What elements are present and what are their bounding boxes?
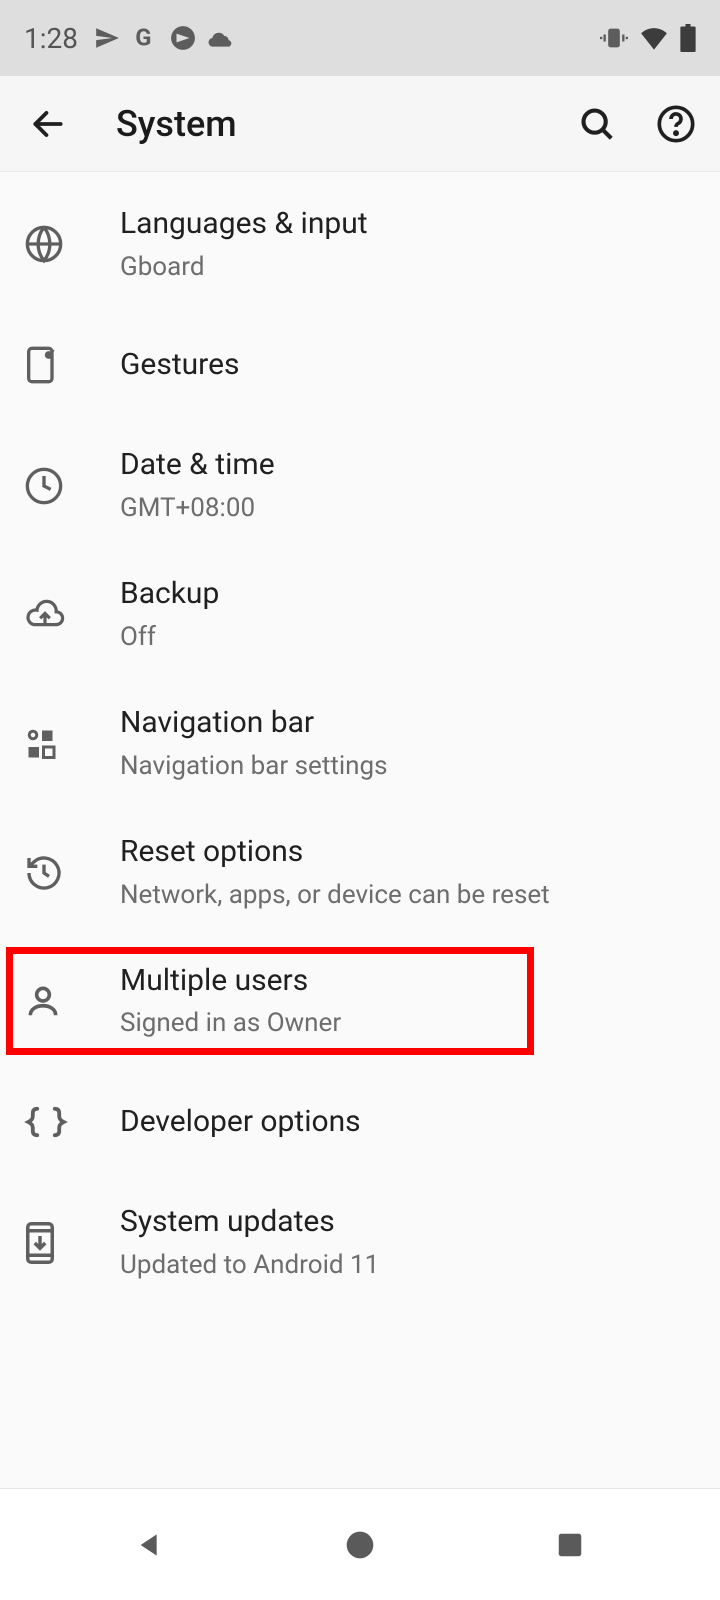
item-subtitle: Off (120, 619, 696, 655)
grid-icon (24, 726, 92, 762)
item-title: Languages & input (120, 204, 696, 245)
gestures-icon (24, 345, 92, 385)
status-system-icons (600, 24, 696, 52)
item-title: Multiple users (120, 961, 696, 1002)
cloud-icon (208, 28, 234, 48)
list-item-developer-options[interactable]: Developer options (0, 1066, 720, 1179)
item-title: Reset options (120, 832, 696, 873)
item-title: Developer options (120, 1102, 696, 1143)
status-notification-icons: G (94, 25, 234, 51)
status-bar: 1:28 G (0, 0, 720, 76)
app-bar: System (0, 76, 720, 172)
help-button[interactable] (656, 104, 696, 144)
item-subtitle: Signed in as Owner (120, 1005, 696, 1041)
globe-icon (24, 224, 92, 264)
circle-home-icon (344, 1529, 376, 1561)
list-item-multiple-users[interactable]: Multiple users Signed in as Owner (0, 937, 720, 1066)
system-nav-bar (0, 1488, 720, 1600)
battery-icon (680, 24, 696, 52)
person-icon (24, 982, 92, 1020)
search-icon (578, 105, 616, 143)
list-item-languages-input[interactable]: Languages & input Gboard (0, 180, 720, 309)
triangle-back-icon (134, 1529, 166, 1561)
cloud-upload-icon (24, 599, 92, 631)
item-title: System updates (120, 1202, 696, 1243)
square-recent-icon (555, 1530, 585, 1560)
item-title: Gestures (120, 345, 696, 386)
vibrate-icon (600, 24, 628, 52)
item-subtitle: Updated to Android 11 (120, 1247, 696, 1283)
list-item-backup[interactable]: Backup Off (0, 550, 720, 679)
system-update-icon (24, 1222, 92, 1264)
nav-home-button[interactable] (300, 1515, 420, 1575)
circle-icon (170, 25, 196, 51)
google-icon: G (132, 25, 158, 51)
nav-recent-button[interactable] (510, 1515, 630, 1575)
status-time: 1:28 (24, 22, 78, 55)
item-subtitle: Network, apps, or device can be reset (120, 877, 696, 913)
clock-icon (24, 466, 92, 506)
help-icon (656, 104, 696, 144)
arrow-left-icon (29, 105, 67, 143)
list-item-date-time[interactable]: Date & time GMT+08:00 (0, 421, 720, 550)
list-item-system-updates[interactable]: System updates Updated to Android 11 (0, 1178, 720, 1307)
back-button[interactable] (24, 100, 72, 148)
item-title: Date & time (120, 445, 696, 486)
item-subtitle: GMT+08:00 (120, 490, 696, 526)
status-left: 1:28 G (24, 22, 234, 55)
wifi-icon (640, 26, 668, 50)
settings-list: Languages & input Gboard Gestures Date &… (0, 172, 720, 1307)
list-item-navigation-bar[interactable]: Navigation bar Navigation bar settings (0, 679, 720, 808)
svg-text:G: G (135, 25, 151, 51)
item-title: Navigation bar (120, 703, 696, 744)
app-bar-actions (578, 104, 696, 144)
list-item-reset-options[interactable]: Reset options Network, apps, or device c… (0, 808, 720, 937)
list-item-gestures[interactable]: Gestures (0, 309, 720, 422)
item-subtitle: Navigation bar settings (120, 748, 696, 784)
send-icon (94, 25, 120, 51)
item-title: Backup (120, 574, 696, 615)
nav-back-button[interactable] (90, 1515, 210, 1575)
restore-icon (24, 853, 92, 893)
search-button[interactable] (578, 105, 616, 143)
item-subtitle: Gboard (120, 249, 696, 285)
braces-icon (24, 1104, 92, 1140)
page-title: System (116, 103, 578, 145)
